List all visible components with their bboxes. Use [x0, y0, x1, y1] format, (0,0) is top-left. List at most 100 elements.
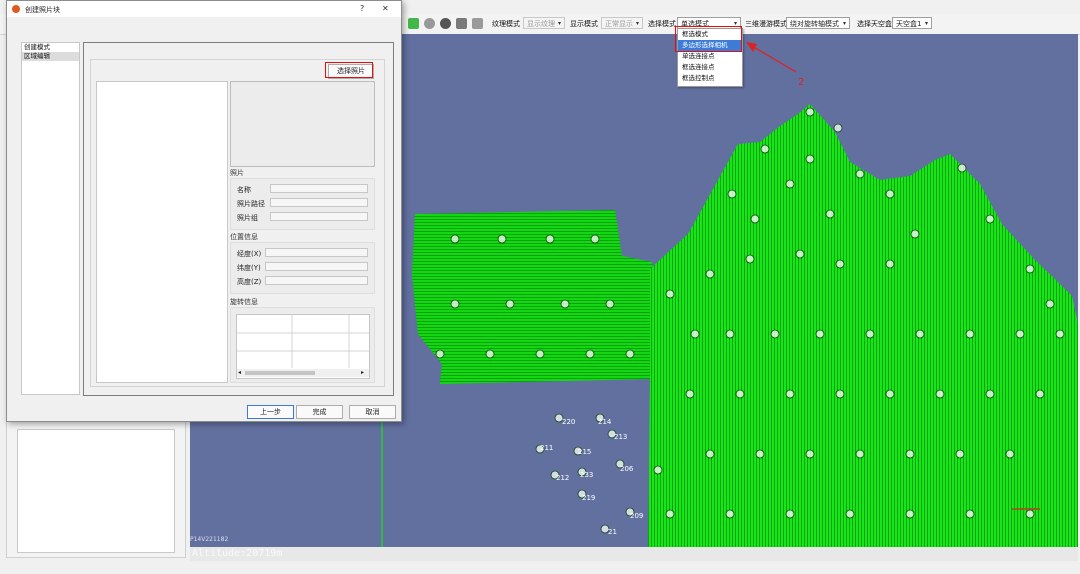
info-icon[interactable] [440, 18, 451, 29]
nodes-icon[interactable] [456, 18, 467, 29]
camera-marker [665, 509, 675, 519]
camera-marker [835, 259, 845, 269]
camera-marker [653, 465, 663, 475]
position-group-title: 位置信息 [230, 233, 258, 241]
close-button[interactable]: ✕ [382, 4, 389, 13]
camera-marker [935, 389, 945, 399]
photo-path-field[interactable] [270, 198, 368, 207]
photo-name-field[interactable] [270, 184, 368, 193]
left-panel-list[interactable] [17, 429, 175, 553]
camera-marker [785, 179, 795, 189]
camera-marker [835, 389, 845, 399]
camera-marker [685, 389, 695, 399]
camera-marker [605, 299, 615, 309]
camera-point-label: 215 [578, 448, 591, 456]
camera-point-label: 211 [540, 444, 553, 452]
camera-point-label: 214 [598, 418, 612, 426]
shuffle-icon[interactable] [472, 18, 483, 29]
scroll-left-icon[interactable]: ◂ [238, 369, 241, 376]
camera-marker [750, 214, 760, 224]
camera-point-label: 21 [608, 528, 617, 536]
nav-item-region-edit[interactable]: 区域编辑 [22, 52, 79, 61]
green-camera-icon[interactable] [408, 18, 419, 29]
dropdown-highlight-box [675, 26, 742, 52]
dialog-title: 创建照片块 [25, 6, 60, 14]
chevron-down-icon: ▾ [924, 20, 928, 27]
dialog-titlebar[interactable]: 创建照片块 ? ✕ [7, 1, 401, 17]
dropdown-option-single-tiepoint[interactable]: 单选连接点 [678, 51, 742, 62]
camera-marker [745, 254, 755, 264]
camera-marker [1055, 329, 1065, 339]
nav-item-create-mode[interactable]: 创建模式 [22, 43, 79, 52]
camera-marker [795, 249, 805, 259]
latitude-field[interactable] [265, 262, 368, 271]
camera-marker [725, 509, 735, 519]
camera-marker [885, 389, 895, 399]
camera-point-label: 212 [556, 474, 569, 482]
camera-marker [1045, 299, 1055, 309]
camera-marker [625, 349, 635, 359]
camera-point-label: 233 [580, 471, 593, 479]
altitude-readout: Altitude:20719m [192, 548, 283, 559]
altitude-field[interactable] [265, 276, 368, 285]
skybox-select[interactable]: 天空盒1 ▾ [892, 17, 932, 29]
finish-button[interactable]: 完成 [296, 405, 343, 419]
photo-list[interactable] [96, 81, 228, 383]
camera-marker [450, 234, 460, 244]
camera-marker [855, 169, 865, 179]
camera-marker [865, 329, 875, 339]
camera-point-label: 209 [630, 512, 643, 520]
rotation-table[interactable]: ◂ ▸ [236, 314, 370, 379]
texture-mode-select[interactable]: 显示纹理 ▾ [523, 17, 565, 29]
photo-preview [230, 81, 375, 167]
camera-marker [1035, 389, 1045, 399]
texture-mode-label: 纹理模式 [492, 20, 520, 28]
nav-mode-value: 绕对旋转轴模式 [790, 20, 839, 28]
cancel-button[interactable]: 取消 [349, 405, 396, 419]
camera-marker [833, 123, 843, 133]
photo-group-field[interactable] [270, 212, 368, 221]
dialog-nav-list: 创建模式 区域编辑 [21, 42, 80, 395]
camera-marker [435, 349, 445, 359]
longitude-field[interactable] [265, 248, 368, 257]
texture-mode-value: 显示纹理 [527, 20, 555, 28]
rotation-group-title: 旋转信息 [230, 298, 258, 306]
camera-marker [560, 299, 570, 309]
camera-marker [727, 189, 737, 199]
camera-marker [845, 509, 855, 519]
dropdown-option-box-tiepoint[interactable]: 框选连接点 [678, 62, 742, 73]
status-bar: Altitude:20719m [190, 547, 1078, 561]
camera-point-label: 220 [562, 418, 575, 426]
dropdown-option-box-controlpoint[interactable]: 框选控制点 [678, 73, 742, 84]
gear-icon[interactable] [424, 18, 435, 29]
camera-marker [585, 349, 595, 359]
camera-marker [760, 144, 770, 154]
camera-marker [905, 509, 915, 519]
altitude-label: 高度(Z) [237, 278, 262, 286]
chevron-down-icon: ▾ [557, 20, 561, 27]
nav-mode-select[interactable]: 绕对旋转轴模式 ▾ [786, 17, 850, 29]
camera-marker [590, 234, 600, 244]
dialog-content-frame: 选择照片 照片 名称 照片路径 照片组 位置信息 经度(X) 纬度(Y) 高度(… [83, 42, 394, 396]
camera-marker [705, 449, 715, 459]
help-button[interactable]: ? [360, 4, 364, 13]
camera-marker [690, 329, 700, 339]
camera-marker [1015, 329, 1025, 339]
camera-marker [815, 329, 825, 339]
camera-marker [805, 107, 815, 117]
camera-marker [957, 163, 967, 173]
annotation-number-2: 2 [798, 77, 805, 88]
photo-group-label: 照片组 [237, 214, 258, 222]
camera-marker [955, 449, 965, 459]
back-button[interactable]: 上一步 [247, 405, 294, 419]
scroll-right-icon[interactable]: ▸ [361, 369, 364, 376]
rotation-table-grid [237, 315, 369, 377]
point-cloud-main-block [648, 104, 1078, 547]
app-logo-icon [12, 5, 20, 13]
select-mode-label: 选择模式 [648, 20, 676, 28]
create-photo-block-dialog[interactable]: 创建照片块 ? ✕ 创建模式 区域编辑 选择照片 照片 名称 照片路径 照片组 … [6, 0, 402, 422]
display-mode-select[interactable]: 正常显示 ▾ [601, 17, 643, 29]
display-mode-label: 显示模式 [570, 20, 598, 28]
camera-marker [885, 189, 895, 199]
camera-marker [705, 269, 715, 279]
